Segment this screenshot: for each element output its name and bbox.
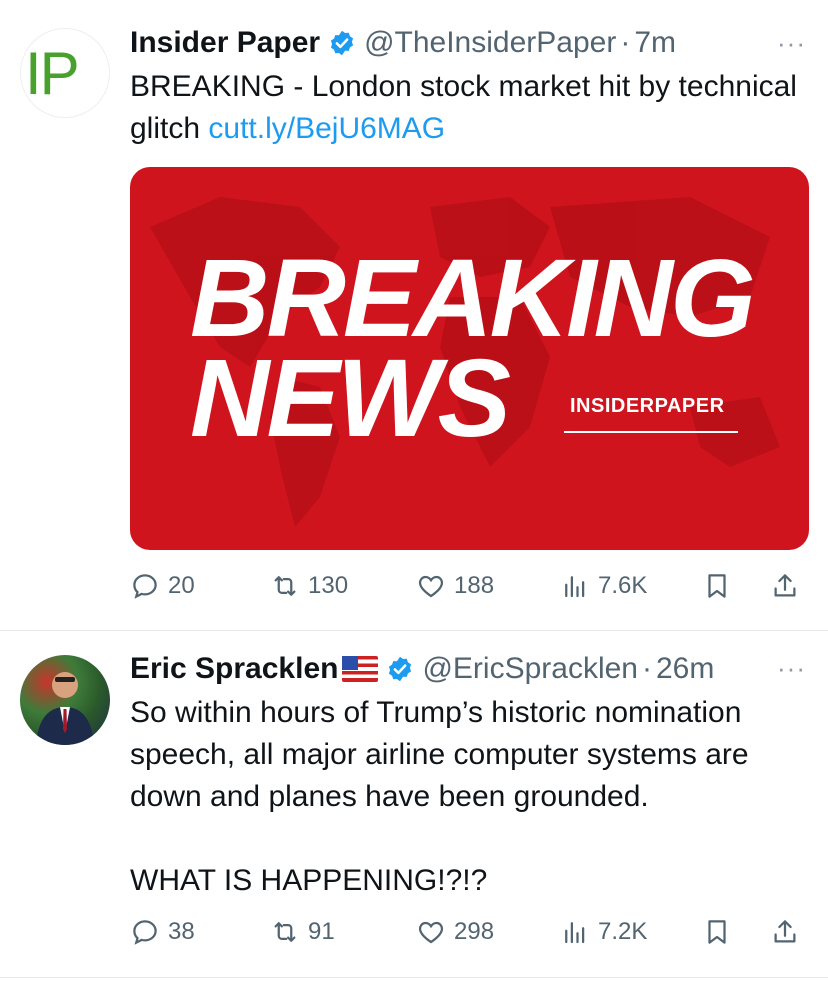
reply-button[interactable]: 20 [130, 566, 195, 606]
tweet-eric-spracklen[interactable]: Eric Spracklen @EricSpracklen · 26m ··· … [0, 631, 828, 979]
repost-button[interactable]: 91 [270, 912, 335, 952]
tweet-text-line: down and planes have been grounded. [130, 780, 649, 813]
avatar-logo-text: IP [25, 40, 80, 107]
repost-count: 91 [308, 918, 335, 945]
separator-dot: · [641, 652, 652, 685]
avatar-photo [36, 672, 94, 745]
like-button[interactable]: 188 [416, 566, 494, 606]
tweet-link[interactable]: cutt.ly/BejU6MAG [208, 112, 445, 145]
views-chart-icon [565, 576, 585, 598]
repost-button[interactable]: 130 [270, 566, 348, 606]
more-options-icon[interactable]: ··· [777, 28, 806, 59]
like-count: 298 [454, 918, 495, 945]
reply-icon [133, 920, 157, 945]
share-button[interactable] [770, 912, 800, 952]
more-options-icon[interactable]: ··· [777, 653, 806, 684]
repost-count: 130 [308, 572, 349, 599]
like-button[interactable]: 298 [416, 912, 494, 952]
tweet-timestamp[interactable]: 26m [656, 652, 714, 686]
media-headline-line1: BREAKING [190, 237, 756, 360]
tweet-header: Eric Spracklen @EricSpracklen · 26m [130, 649, 714, 689]
tweet-timestamp[interactable]: 7m [634, 26, 676, 60]
views-button[interactable]: 7.6K [560, 566, 647, 606]
tweet-text: BREAKING - London stock market hit by te… [130, 66, 810, 150]
heart-icon [418, 575, 444, 598]
media-headline-line2: NEWS [190, 337, 511, 460]
heart-icon [418, 921, 444, 944]
tweet-text-line: speech, all major airline computer syste… [130, 738, 749, 771]
media-brand-underline [564, 431, 738, 433]
bookmark-button[interactable] [702, 912, 732, 952]
tweet-text-line: WHAT IS HAPPENING!?!? [130, 864, 488, 897]
author-handle[interactable]: @TheInsiderPaper [364, 26, 616, 60]
tweet-media-image[interactable]: BREAKING NEWS INSIDERPAPER [130, 167, 809, 550]
view-count: 7.2K [598, 918, 648, 945]
bookmark-button[interactable] [702, 566, 732, 606]
tweet-header: Insider Paper @TheInsiderPaper · 7m [130, 23, 676, 63]
tweet-actions: 38 91 298 7.2K [130, 912, 810, 952]
reply-button[interactable]: 38 [130, 912, 195, 952]
share-icon [774, 574, 796, 597]
repost-icon [274, 922, 296, 942]
tweet-insider-paper[interactable]: IP Insider Paper @TheInsiderPaper · 7m ·… [0, 0, 828, 630]
view-count: 7.6K [598, 572, 648, 599]
bookmark-icon [708, 920, 726, 944]
reply-count: 20 [168, 572, 195, 599]
repost-icon [274, 576, 296, 596]
avatar[interactable]: IP [20, 28, 110, 118]
share-button[interactable] [770, 566, 800, 606]
share-icon [774, 920, 796, 943]
tweet-text: So within hours of Trump’s historic nomi… [130, 692, 810, 902]
views-chart-icon [565, 922, 585, 944]
tweet-actions: 20 130 188 7.6K [130, 566, 810, 606]
reply-count: 38 [168, 918, 195, 945]
author-name[interactable]: Eric Spracklen [130, 652, 338, 686]
media-brand-label: INSIDERPAPER [570, 395, 725, 417]
tweet-text-line: So within hours of Trump’s historic nomi… [130, 696, 742, 729]
verified-badge-icon [330, 30, 354, 56]
author-handle[interactable]: @EricSpracklen [422, 652, 638, 686]
verified-badge-icon [389, 656, 412, 682]
bookmark-icon [708, 574, 726, 598]
like-count: 188 [454, 572, 495, 599]
tweet-divider [0, 977, 828, 978]
author-name[interactable]: Insider Paper [130, 26, 320, 60]
reply-icon [133, 574, 157, 599]
us-flag-icon [342, 656, 379, 682]
avatar[interactable] [20, 655, 110, 745]
views-button[interactable]: 7.2K [560, 912, 647, 952]
separator-dot: · [620, 26, 631, 59]
